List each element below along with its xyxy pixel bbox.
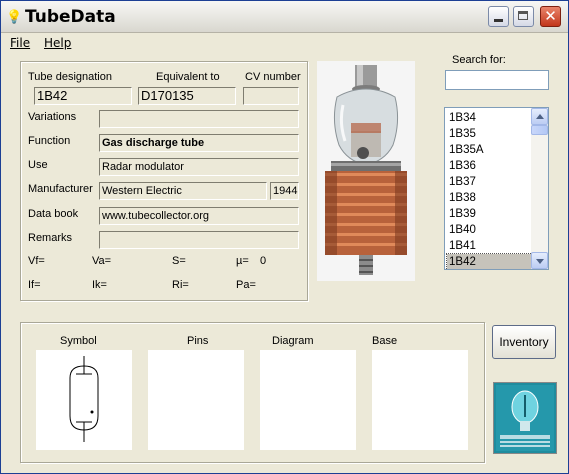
tubecollector-logo bbox=[493, 382, 557, 454]
diagram-box bbox=[260, 350, 356, 450]
logo-graphic bbox=[494, 383, 556, 453]
list-item[interactable]: 1B34 bbox=[447, 110, 534, 126]
minimize-icon bbox=[494, 19, 503, 22]
menu-help-label: Help bbox=[44, 36, 72, 50]
symbol-label: Symbol bbox=[60, 335, 97, 347]
use-label: Use bbox=[28, 159, 48, 171]
cv-number-field[interactable] bbox=[243, 87, 299, 105]
scroll-thumb[interactable] bbox=[531, 125, 548, 135]
base-label: Base bbox=[372, 335, 398, 347]
function-field[interactable]: Gas discharge tube bbox=[99, 134, 299, 152]
pins-box bbox=[148, 350, 244, 450]
param-mu-value: 0 bbox=[260, 255, 267, 267]
remarks-label: Remarks bbox=[28, 232, 73, 244]
diagram-label: Diagram bbox=[272, 335, 314, 347]
lightbulb-icon: 💡 bbox=[6, 9, 23, 24]
list-item-selected[interactable]: 1B42 bbox=[446, 253, 535, 269]
base-box bbox=[372, 350, 468, 450]
variations-field[interactable] bbox=[99, 110, 299, 128]
close-button[interactable]: ✕ bbox=[540, 6, 561, 27]
menu-file[interactable]: File bbox=[10, 36, 30, 50]
manufacturer-field[interactable]: Western Electric bbox=[99, 182, 267, 200]
param-ik: Ik= bbox=[92, 279, 107, 291]
list-item[interactable]: 1B35A bbox=[447, 142, 534, 158]
maximize-button[interactable] bbox=[513, 6, 534, 27]
manufacturer-label: Manufacturer bbox=[28, 183, 93, 195]
list-item[interactable]: 1B38 bbox=[447, 190, 534, 206]
tubedata-window: 💡 TubeData ✕ File Help Tube designation … bbox=[0, 0, 569, 474]
databook-label: Data book bbox=[28, 208, 79, 220]
search-input[interactable] bbox=[445, 70, 549, 90]
tube-photo-graphic bbox=[317, 61, 415, 281]
inventory-button[interactable]: Inventory bbox=[492, 325, 556, 359]
equivalent-label: Equivalent to bbox=[156, 71, 220, 83]
use-field[interactable]: Radar modulator bbox=[99, 158, 299, 176]
window-title: TubeData bbox=[25, 7, 116, 27]
param-va: Va= bbox=[92, 255, 112, 267]
scroll-up-button[interactable] bbox=[531, 108, 548, 125]
databook-field[interactable]: www.tubecollector.org bbox=[99, 207, 299, 225]
list-item[interactable]: 1B36 bbox=[447, 158, 534, 174]
equivalent-field[interactable]: D170135 bbox=[138, 87, 236, 105]
param-ri: Ri= bbox=[172, 279, 189, 291]
year-field[interactable]: 1944 bbox=[270, 182, 299, 200]
list-scrollbar[interactable] bbox=[531, 108, 548, 269]
menu-file-label: File bbox=[10, 36, 31, 50]
tube-designation-field[interactable]: 1B42 bbox=[34, 87, 132, 105]
list-item[interactable]: 1B35 bbox=[447, 126, 534, 142]
close-icon: ✕ bbox=[544, 7, 557, 25]
param-pa: Pa= bbox=[236, 279, 256, 291]
list-item[interactable]: 1B40 bbox=[447, 222, 534, 238]
menu-help[interactable]: Help bbox=[44, 36, 71, 50]
scroll-down-arrow-icon bbox=[536, 259, 544, 264]
list-item[interactable]: 1B41 bbox=[447, 238, 534, 254]
title-bar[interactable]: 💡 TubeData ✕ bbox=[1, 1, 568, 33]
scroll-down-button[interactable] bbox=[531, 252, 548, 269]
minimize-button[interactable] bbox=[488, 6, 509, 27]
list-item[interactable]: 1B37 bbox=[447, 174, 534, 190]
param-vf: Vf= bbox=[28, 255, 45, 267]
tube-photo bbox=[317, 61, 415, 281]
param-if: If= bbox=[28, 279, 41, 291]
pins-label: Pins bbox=[187, 335, 209, 347]
tube-listbox[interactable]: 1B34 1B35 1B35A 1B36 1B37 1B38 1B39 1B40… bbox=[444, 107, 549, 270]
param-mu: µ= bbox=[236, 255, 249, 267]
remarks-field[interactable] bbox=[99, 231, 299, 249]
param-s: S= bbox=[172, 255, 186, 267]
function-label: Function bbox=[28, 135, 71, 147]
tube-symbol-graphic bbox=[69, 356, 99, 442]
scroll-up-arrow-icon bbox=[536, 114, 544, 119]
menu-bar: File Help bbox=[1, 33, 568, 53]
variations-label: Variations bbox=[28, 111, 77, 123]
symbol-box bbox=[36, 350, 132, 450]
search-label: Search for: bbox=[452, 54, 506, 66]
copper-cooling-fins bbox=[325, 171, 407, 255]
tube-designation-label: Tube designation bbox=[28, 71, 112, 83]
cv-number-label: CV number bbox=[245, 71, 301, 83]
maximize-icon bbox=[518, 11, 528, 20]
list-item[interactable]: 1B39 bbox=[447, 206, 534, 222]
